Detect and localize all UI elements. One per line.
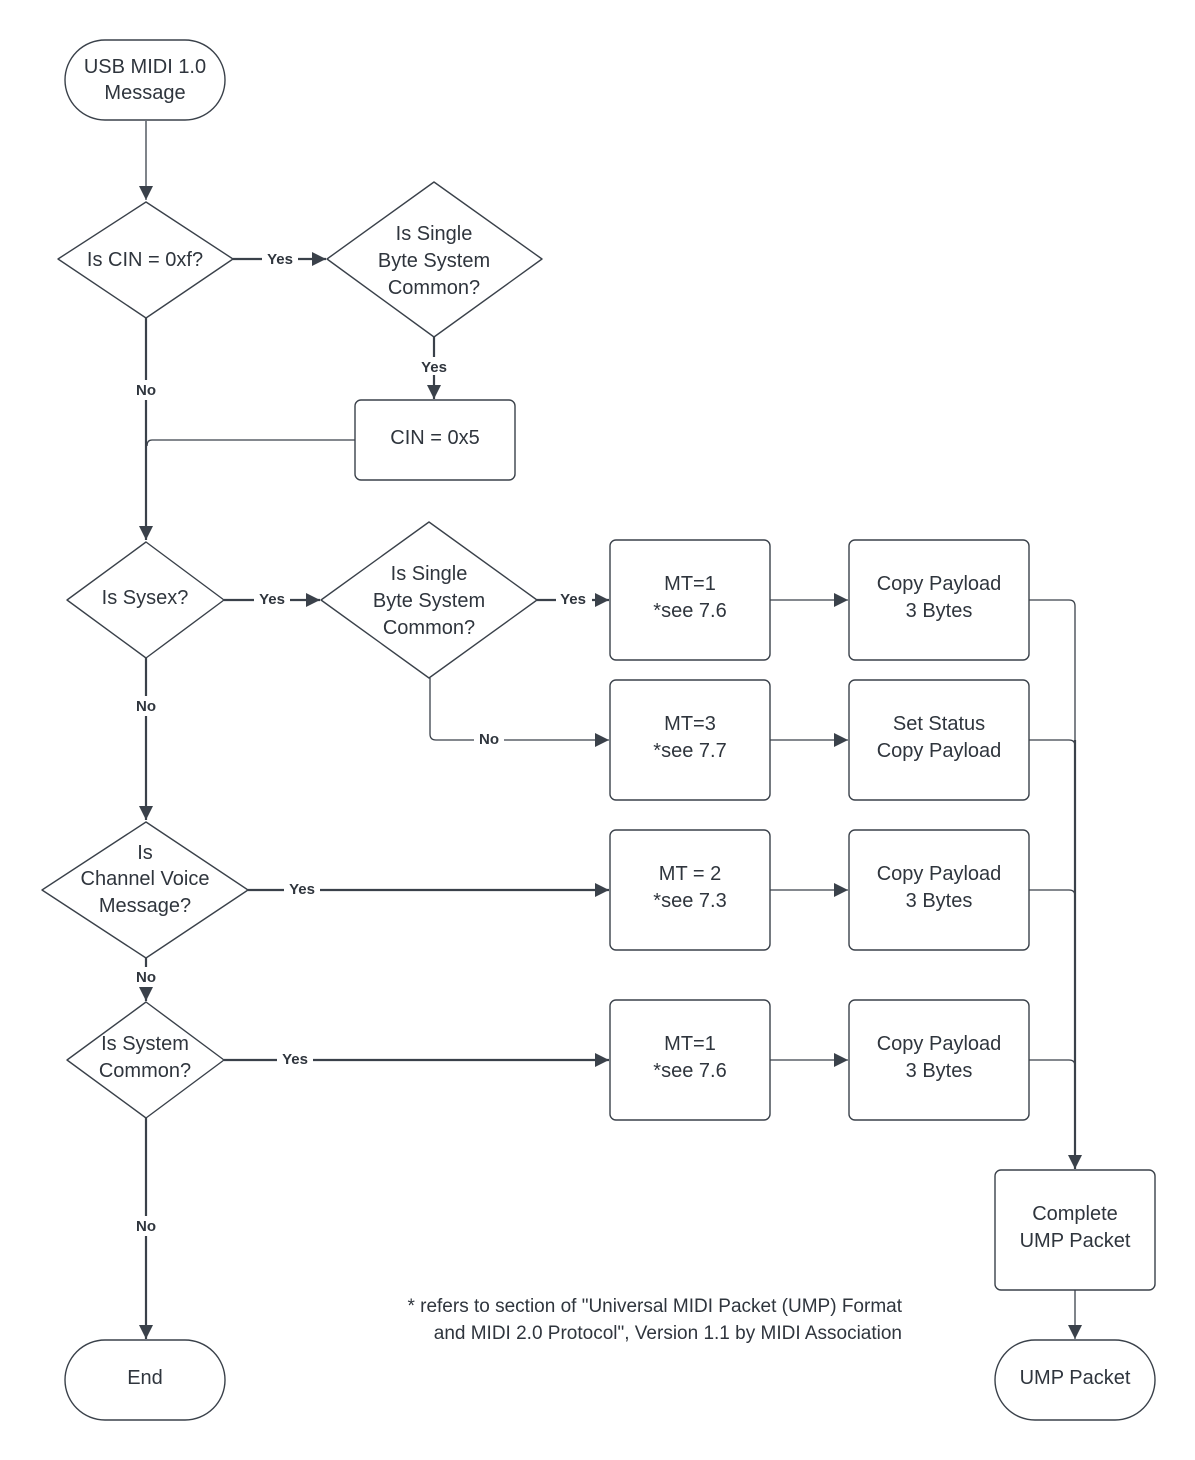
edge-copy-d-to-collector — [1029, 1059, 1076, 1067]
node-mt2: MT = 2 *see 7.3 — [609, 829, 771, 951]
node-end: End — [64, 1339, 226, 1421]
node-copy-a-line-2: 3 Bytes — [906, 600, 973, 622]
edge-copy-a-to-collector — [1029, 599, 1076, 607]
node-complete-ump-line-1: Complete — [1032, 1203, 1118, 1225]
node-is-cin-0xf-line-1: Is CIN = 0xf? — [87, 249, 203, 271]
node-cin-0x5: CIN = 0x5 — [354, 399, 516, 481]
node-is-channel-voice-line-2: Channel Voice — [81, 868, 210, 890]
node-copy-c-line-1: Copy Payload — [877, 863, 1002, 885]
node-is-cin-0xf: Is CIN = 0xf? — [57, 201, 234, 319]
edge-label-yes: Yes — [421, 359, 447, 376]
edge-cin-0x5-to-main — [146, 439, 355, 447]
node-mt3-line-2: *see 7.7 — [653, 740, 726, 762]
node-is-single-byte-2-line-1: Is Single — [391, 563, 468, 585]
node-is-single-byte-1-line-2: Byte System — [378, 250, 490, 272]
flowchart-canvas: Yes No Yes Yes No Yes No Yes No Yes No U… — [41, 39, 1156, 1421]
edge-label-no: No — [136, 1218, 156, 1235]
edge-label-yes: Yes — [259, 591, 285, 608]
node-is-single-byte-2-line-2: Byte System — [373, 590, 485, 612]
node-mt1-b: MT=1 *see 7.6 — [609, 999, 771, 1121]
node-copy-c-line-2: 3 Bytes — [906, 890, 973, 912]
edge-set-status-to-collector — [1029, 739, 1076, 747]
node-start-line-2: Message — [104, 82, 185, 104]
node-complete-ump-line-2: UMP Packet — [1020, 1230, 1131, 1252]
node-mt1-b-line-2: *see 7.6 — [653, 1060, 726, 1082]
node-set-status-line-2: Copy Payload — [877, 740, 1002, 762]
node-copy-a-line-1: Copy Payload — [877, 573, 1002, 595]
node-is-channel-voice: Is Channel Voice Message? — [41, 821, 249, 959]
node-mt1-a-line-2: *see 7.6 — [653, 600, 726, 622]
node-mt3-line-1: MT=3 — [664, 713, 716, 735]
footnote-line-2: and MIDI 2.0 Protocol", Version 1.1 by M… — [434, 1323, 902, 1344]
node-set-status: Set Status Copy Payload — [848, 679, 1030, 801]
node-start-line-1: USB MIDI 1.0 — [84, 56, 206, 78]
node-is-single-byte-2-line-3: Common? — [383, 617, 475, 639]
node-complete-ump: Complete UMP Packet — [994, 1169, 1156, 1291]
node-mt1-b-line-1: MT=1 — [664, 1033, 716, 1055]
edge-label-no: No — [136, 969, 156, 986]
edge-label-yes: Yes — [560, 591, 586, 608]
node-ump-packet-line-1: UMP Packet — [1020, 1367, 1131, 1389]
node-is-sysex-line-1: Is Sysex? — [102, 587, 189, 609]
node-cin-0x5-line-1: CIN = 0x5 — [390, 427, 479, 449]
edge-label-yes: Yes — [282, 1051, 308, 1068]
node-is-system-common-line-2: Common? — [99, 1060, 191, 1082]
node-copy-a: Copy Payload 3 Bytes — [848, 539, 1030, 661]
node-copy-d: Copy Payload 3 Bytes — [848, 999, 1030, 1121]
edge-label-yes: Yes — [267, 251, 293, 268]
node-mt3: MT=3 *see 7.7 — [609, 679, 771, 801]
node-ump-packet: UMP Packet — [994, 1339, 1156, 1421]
node-mt1-a: MT=1 *see 7.6 — [609, 539, 771, 661]
edge-single-byte-2-no — [429, 678, 609, 747]
node-mt1-a-line-1: MT=1 — [664, 573, 716, 595]
edge-label-no: No — [136, 698, 156, 715]
node-copy-d-line-1: Copy Payload — [877, 1033, 1002, 1055]
node-is-channel-voice-line-3: Message? — [99, 895, 191, 917]
node-is-single-byte-1: Is Single Byte System Common? — [326, 181, 543, 338]
node-is-single-byte-2: Is Single Byte System Common? — [320, 521, 538, 679]
node-set-status-line-1: Set Status — [893, 713, 985, 735]
edge-label-no: No — [479, 731, 499, 748]
edge-label-no: No — [136, 382, 156, 399]
node-copy-c: Copy Payload 3 Bytes — [848, 829, 1030, 951]
edge-copy-c-to-collector — [1029, 889, 1076, 897]
node-copy-d-line-2: 3 Bytes — [906, 1060, 973, 1082]
node-mt2-line-1: MT = 2 — [659, 863, 721, 885]
node-start: USB MIDI 1.0 Message — [64, 39, 226, 121]
node-is-channel-voice-line-1: Is — [137, 842, 153, 864]
edge-label-yes: Yes — [289, 881, 315, 898]
footnote: * refers to section of "Universal MIDI P… — [407, 1296, 902, 1344]
node-mt2-line-2: *see 7.3 — [653, 890, 726, 912]
node-end-line-1: End — [127, 1367, 163, 1389]
node-is-system-common-line-1: Is System — [101, 1033, 189, 1055]
node-is-system-common: Is System Common? — [66, 1001, 225, 1119]
footnote-line-1: * refers to section of "Universal MIDI P… — [407, 1296, 902, 1317]
node-is-sysex: Is Sysex? — [66, 541, 225, 659]
node-is-single-byte-1-line-1: Is Single — [396, 223, 473, 245]
node-is-single-byte-1-line-3: Common? — [388, 277, 480, 299]
